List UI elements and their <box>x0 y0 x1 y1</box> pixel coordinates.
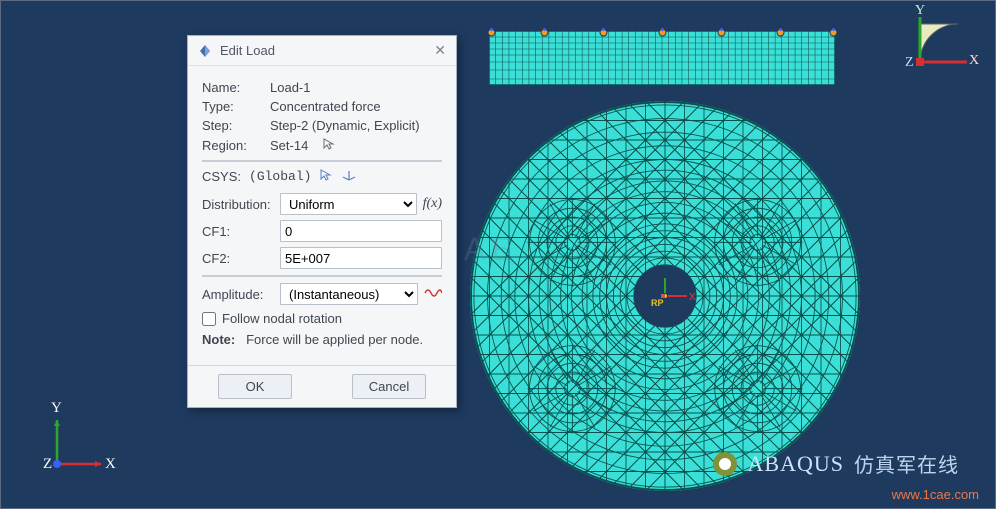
name-value: Load-1 <box>270 80 310 95</box>
brand-icon <box>712 451 738 477</box>
amplitude-select[interactable]: (Instantaneous) <box>280 283 418 305</box>
datum-csys-icon[interactable] <box>341 168 357 185</box>
name-label: Name: <box>202 80 260 95</box>
csys-value: (Global) <box>249 169 311 184</box>
amplitude-curve-icon[interactable] <box>424 286 442 303</box>
follow-nodal-label: Follow nodal rotation <box>222 311 342 326</box>
triad-y-label: Y <box>51 400 62 417</box>
ok-button[interactable]: OK <box>218 374 292 399</box>
edit-load-dialog: Edit Load ✕ Name: Load-1 Type: Concentra… <box>187 35 457 408</box>
csys-label: CSYS: <box>202 169 241 184</box>
bc-anchor-icon <box>829 28 836 35</box>
cancel-button[interactable]: Cancel <box>352 374 426 399</box>
cursor-pick-icon[interactable] <box>322 137 336 154</box>
separator <box>202 275 442 277</box>
brand-cjk: 仿真军在线 <box>854 449 959 478</box>
pick-csys-icon[interactable] <box>319 168 333 185</box>
distribution-label: Distribution: <box>202 197 280 212</box>
orientation-widget[interactable]: X Y Z <box>905 7 985 87</box>
region-value: Set-14 <box>270 138 308 153</box>
dialog-title: Edit Load <box>220 43 275 58</box>
cf1-label: CF1: <box>202 224 280 239</box>
separator <box>202 160 442 162</box>
region-label: Region: <box>202 138 260 153</box>
amplitude-label: Amplitude: <box>202 287 280 302</box>
viewport-triad: X Y Z <box>41 400 121 480</box>
cf2-label: CF2: <box>202 251 280 266</box>
bc-anchor-icon <box>487 28 494 35</box>
brand-text: ABAQUS 仿真军在线 <box>712 449 959 478</box>
center-rp-label: RP <box>651 298 664 308</box>
type-label: Type: <box>202 99 260 114</box>
type-value: Concentrated force <box>270 99 381 114</box>
cf1-input[interactable] <box>280 220 442 242</box>
bc-anchor-icon <box>540 28 547 35</box>
cf2-input[interactable] <box>280 247 442 269</box>
bc-anchor-icon <box>776 28 783 35</box>
bc-anchor-icon <box>599 28 606 35</box>
center-triad: X Y RP <box>625 276 705 316</box>
watermark-url: www.1cae.com <box>892 487 979 502</box>
note-text: Force will be applied per node. <box>246 332 423 347</box>
rect-mesh[interactable] <box>489 31 835 85</box>
distribution-select[interactable]: Uniform <box>280 193 417 215</box>
dialog-titlebar[interactable]: Edit Load ✕ <box>188 36 456 66</box>
follow-nodal-checkbox[interactable] <box>202 312 216 326</box>
orient-x-label: X <box>969 53 979 69</box>
step-label: Step: <box>202 118 260 133</box>
disc-mesh[interactable]: X Y RP <box>470 101 860 491</box>
app-icon <box>198 44 212 58</box>
step-value: Step-2 (Dynamic, Explicit) <box>270 118 420 133</box>
triad-x-label: X <box>105 456 116 473</box>
center-triad-x-label: X <box>689 292 696 303</box>
orient-z-label: Z <box>905 55 914 71</box>
note-label: Note: <box>202 332 235 347</box>
fx-icon[interactable]: f(x) <box>423 196 442 212</box>
triad-z-label: Z <box>43 456 52 473</box>
bc-anchor-icon <box>717 28 724 35</box>
close-icon[interactable]: ✕ <box>434 42 446 59</box>
bc-anchor-icon <box>658 28 665 35</box>
orient-y-label: Y <box>915 3 925 19</box>
center-triad-y-label: Y <box>661 276 668 279</box>
rect-mesh-grid <box>489 31 835 85</box>
